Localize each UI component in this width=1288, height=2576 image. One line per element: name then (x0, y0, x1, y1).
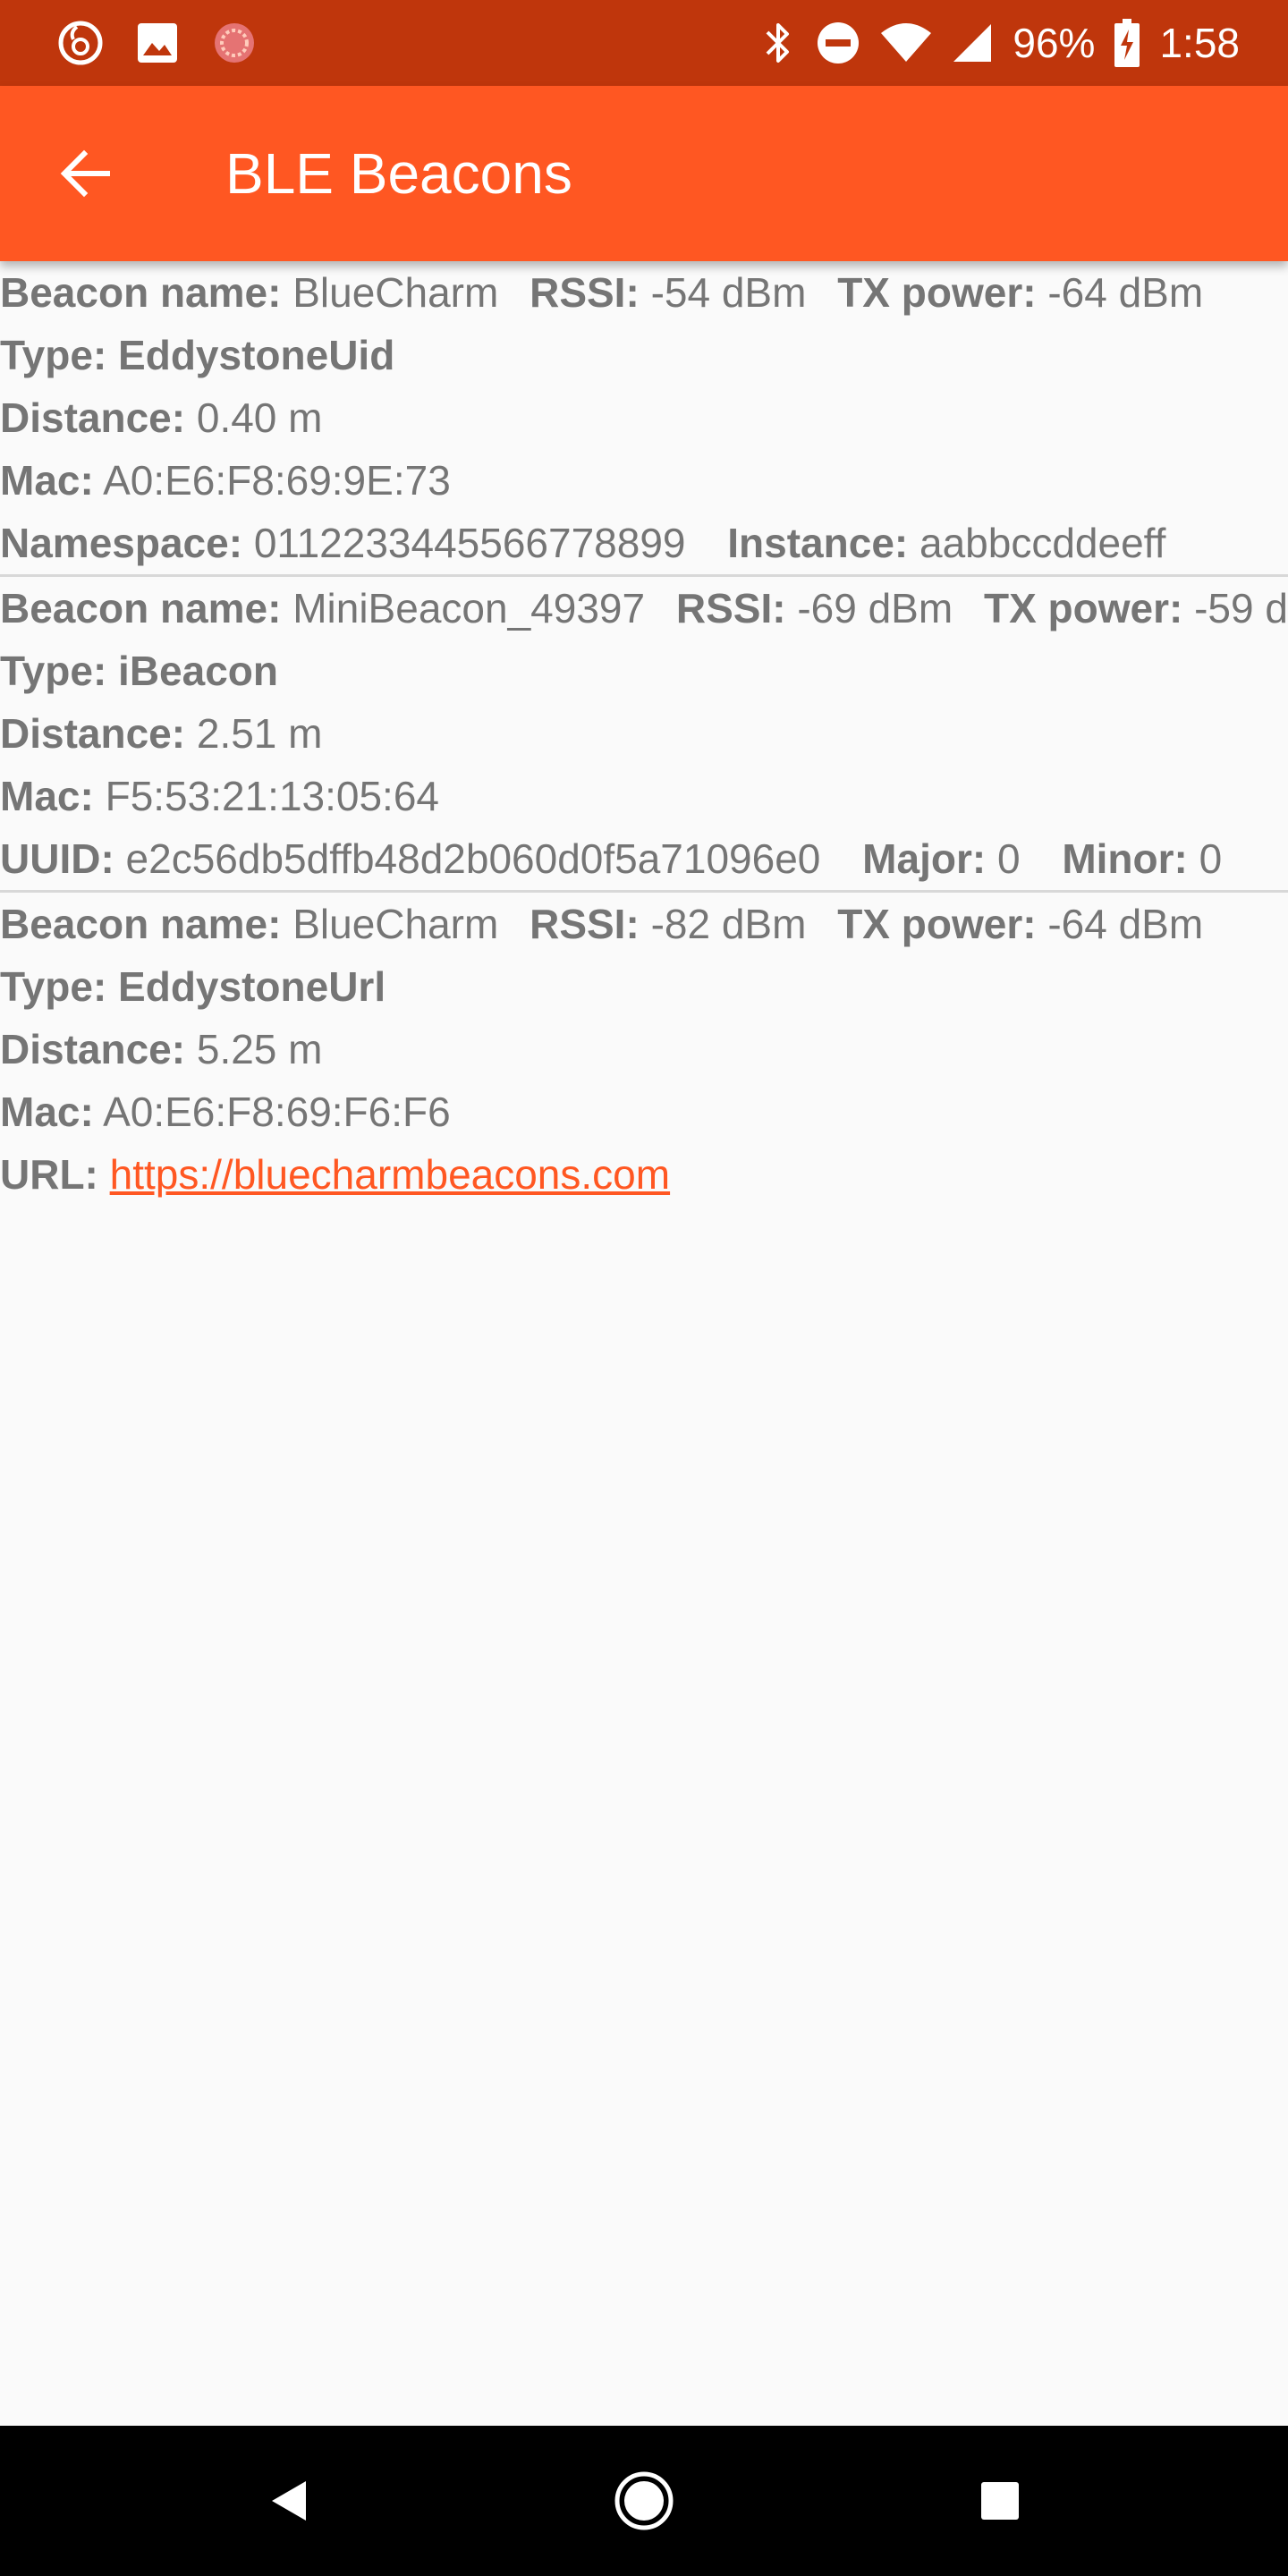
rssi-value: -54 dBm (650, 269, 807, 316)
tx-power-label: TX power: (983, 585, 1183, 631)
distance-label: Distance: (0, 1026, 186, 1072)
triangle-back-icon (272, 2481, 306, 2521)
square-recents-icon (981, 2482, 1019, 2520)
beacon-mac-row: Mac: A0:E6:F8:69:F6:F6 (0, 1080, 1288, 1143)
netease-music-icon (55, 18, 106, 68)
beacon-header-row: Beacon name: MiniBeacon_49397 RSSI: -69 … (0, 577, 1288, 640)
distance-value: 5.25 m (196, 1026, 323, 1072)
nav-back-button[interactable] (252, 2465, 324, 2537)
beacon-mac-row: Mac: A0:E6:F8:69:9E:73 (0, 449, 1288, 512)
rssi-label: RSSI: (675, 585, 786, 631)
beacon-type-row: Type: EddystoneUrl (0, 955, 1288, 1018)
beacon-header-row: Beacon name: BlueCharm RSSI: -82 dBm TX … (0, 893, 1288, 955)
namespace-value: 0112233445566778899 (253, 520, 686, 566)
image-icon (132, 18, 182, 68)
instance-label: Instance: (727, 520, 909, 566)
distance-value: 2.51 m (196, 710, 323, 757)
minor-value: 0 (1199, 835, 1223, 882)
namespace-label: Namespace: (0, 520, 243, 566)
status-bar: 96% 1:58 (0, 0, 1288, 86)
tx-power-value: -64 dBm (1047, 269, 1204, 316)
distance-label: Distance: (0, 710, 186, 757)
do-not-disturb-icon (816, 21, 860, 65)
beacon-type: Type: EddystoneUrl (0, 963, 386, 1010)
beacon-name-label: Beacon name: (0, 901, 282, 947)
beacon-header-row: Beacon name: BlueCharm RSSI: -54 dBm TX … (0, 261, 1288, 324)
bluetooth-icon (760, 20, 796, 66)
tx-power-label: TX power: (837, 269, 1037, 316)
beacon-type: Type: iBeacon (0, 648, 278, 694)
beacon-item[interactable]: Beacon name: BlueCharm RSSI: -54 dBm TX … (0, 261, 1288, 577)
beacon-distance-row: Distance: 5.25 m (0, 1018, 1288, 1080)
beacon-name-value: BlueCharm (292, 901, 499, 947)
arrow-back-icon (60, 149, 110, 198)
beacon-url-row: URL: https://bluecharmbeacons.com (0, 1143, 1288, 1206)
major-value: 0 (996, 835, 1021, 882)
wifi-icon (880, 22, 932, 64)
beacon-distance-row: Distance: 2.51 m (0, 702, 1288, 765)
mac-value: A0:E6:F8:69:F6:F6 (103, 1089, 451, 1135)
rssi-label: RSSI: (530, 269, 640, 316)
beacon-name-value: BlueCharm (292, 269, 499, 316)
tx-power-label: TX power: (837, 901, 1037, 947)
tx-power-value: -59 dBm (1194, 585, 1288, 631)
rssi-value: -82 dBm (650, 901, 807, 947)
beacon-uuid-row: UUID: e2c56db5dffb48d2b060d0f5a71096e0 M… (0, 827, 1288, 890)
clock: 1:58 (1159, 20, 1240, 66)
url-label: URL: (0, 1151, 98, 1198)
beacon-mac-row: Mac: F5:53:21:13:05:64 (0, 765, 1288, 827)
beacon-namespace-row: Namespace: 0112233445566778899 Instance:… (0, 512, 1288, 574)
beacon-name-label: Beacon name: (0, 269, 282, 316)
battery-charging-icon (1114, 19, 1140, 67)
instance-value: aabbccddeeff (919, 520, 1166, 566)
uuid-label: UUID: (0, 835, 114, 882)
distance-value: 0.40 m (196, 394, 323, 441)
beacon-name-value: MiniBeacon_49397 (292, 585, 646, 631)
beacon-item[interactable]: Beacon name: BlueCharm RSSI: -82 dBm TX … (0, 893, 1288, 1206)
tx-power-value: -64 dBm (1047, 901, 1204, 947)
mac-label: Mac: (0, 773, 94, 819)
page-title: BLE Beacons (225, 141, 572, 206)
beacon-item[interactable]: Beacon name: MiniBeacon_49397 RSSI: -69 … (0, 577, 1288, 893)
beacon-type-row: Type: iBeacon (0, 640, 1288, 702)
beacon-name-label: Beacon name: (0, 585, 282, 631)
rssi-label: RSSI: (530, 901, 640, 947)
minor-label: Minor: (1062, 835, 1188, 882)
sync-circle-icon (209, 18, 259, 68)
mac-value: F5:53:21:13:05:64 (105, 773, 440, 819)
back-button[interactable] (43, 131, 129, 216)
beacon-type-row: Type: EddystoneUid (0, 324, 1288, 386)
mac-value: A0:E6:F8:69:9E:73 (103, 457, 451, 504)
major-label: Major: (862, 835, 987, 882)
beacon-url-link[interactable]: https://bluecharmbeacons.com (110, 1151, 670, 1198)
circle-home-icon (614, 2471, 674, 2530)
uuid-value: e2c56db5dffb48d2b060d0f5a71096e0 (125, 835, 821, 882)
nav-home-button[interactable] (608, 2465, 680, 2537)
system-status: 96% 1:58 (760, 14, 1240, 72)
app-bar: BLE Beacons (0, 86, 1288, 261)
battery-percent: 96% (1013, 20, 1096, 66)
navigation-bar (0, 2426, 1288, 2576)
mac-label: Mac: (0, 457, 94, 504)
beacon-distance-row: Distance: 0.40 m (0, 386, 1288, 449)
mac-label: Mac: (0, 1089, 94, 1135)
beacon-list[interactable]: Beacon name: BlueCharm RSSI: -54 dBm TX … (0, 261, 1288, 2426)
cell-signal-icon (952, 22, 993, 64)
rssi-value: -69 dBm (797, 585, 953, 631)
nav-recents-button[interactable] (964, 2465, 1036, 2537)
distance-label: Distance: (0, 394, 186, 441)
notification-icons (55, 18, 259, 68)
beacon-type: Type: EddystoneUid (0, 332, 395, 378)
